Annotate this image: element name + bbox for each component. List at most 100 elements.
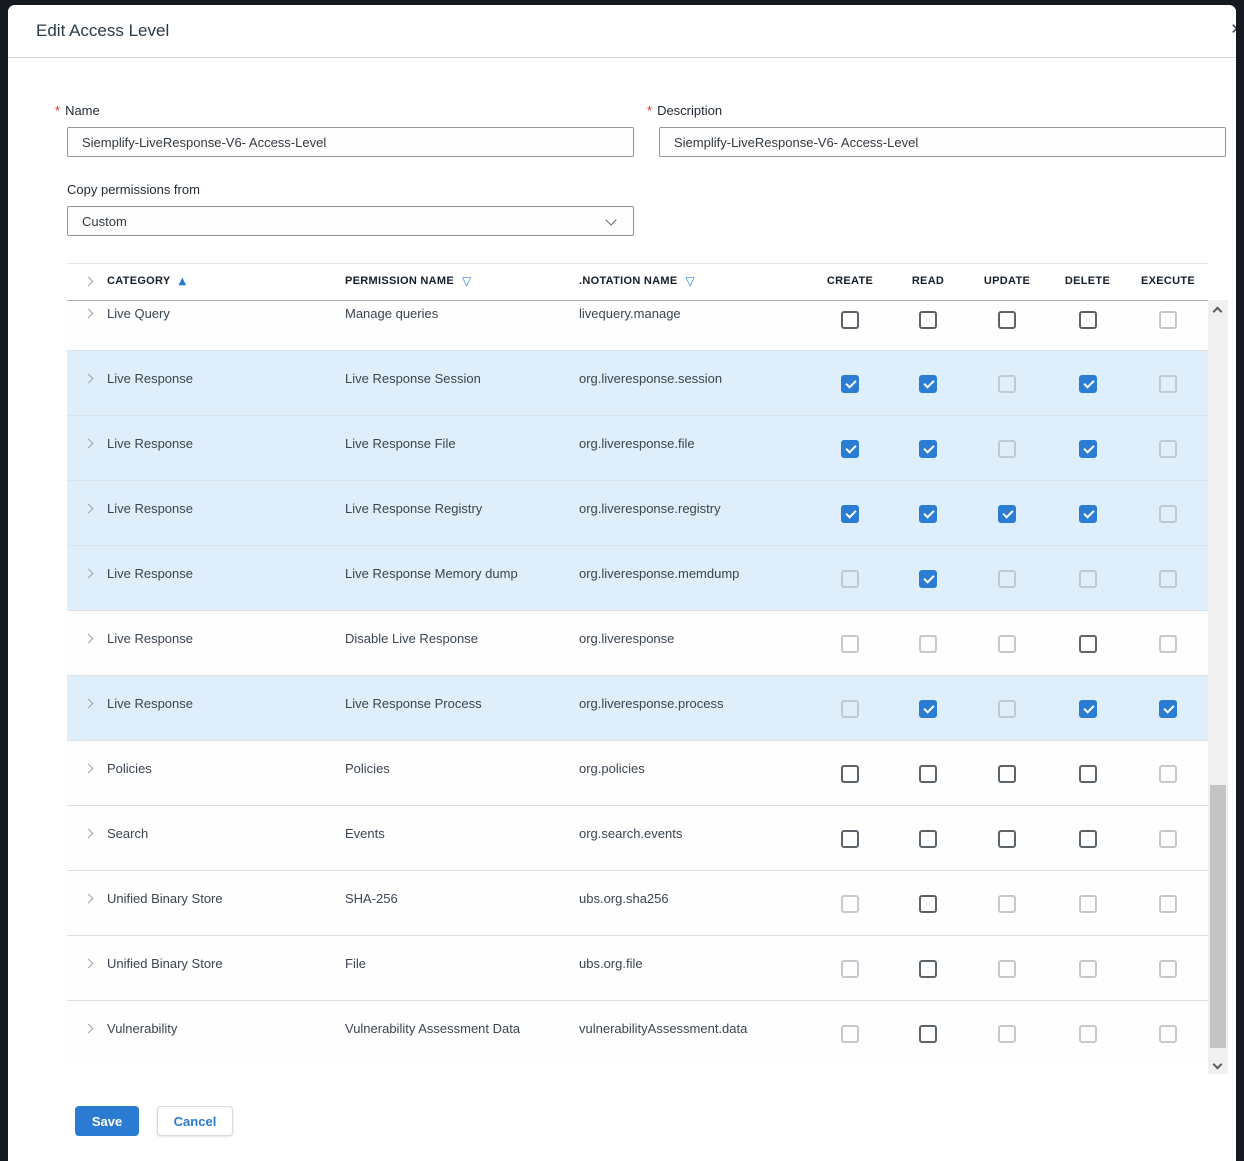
checkbox-delete[interactable] [1079, 440, 1097, 458]
table-row[interactable]: Live Response Live Response Process org.… [67, 676, 1208, 741]
checkbox-read[interactable] [919, 1025, 937, 1043]
checkbox-create[interactable] [841, 1025, 859, 1043]
expand-chevron-icon[interactable] [84, 634, 94, 644]
checkbox-delete[interactable] [1079, 570, 1097, 588]
scrollbar-down-icon[interactable] [1213, 1060, 1223, 1070]
table-row[interactable]: Live Response Live Response File org.liv… [67, 416, 1208, 481]
checkbox-create[interactable] [841, 505, 859, 523]
checkbox-delete[interactable] [1079, 830, 1097, 848]
checkbox-update[interactable] [998, 570, 1016, 588]
checkbox-read[interactable] [919, 375, 937, 393]
checkbox-update[interactable] [998, 440, 1016, 458]
expand-chevron-icon[interactable] [84, 569, 94, 579]
checkbox-update[interactable] [998, 765, 1016, 783]
checkbox-update[interactable] [998, 830, 1016, 848]
checkbox-delete[interactable] [1079, 700, 1097, 718]
expand-chevron-icon[interactable] [84, 1024, 94, 1034]
table-row[interactable]: Policies Policies org.policies [67, 741, 1208, 806]
checkbox-create[interactable] [841, 440, 859, 458]
table-row[interactable]: Live Response Live Response Session org.… [67, 351, 1208, 416]
sort-asc-icon[interactable]: ▲ [179, 275, 187, 288]
checkbox-update[interactable] [998, 505, 1016, 523]
checkbox-create[interactable] [841, 700, 859, 718]
scrollbar-up-icon[interactable] [1213, 307, 1223, 317]
expand-all-chevron-icon[interactable] [84, 277, 94, 287]
expand-chevron-icon[interactable] [84, 374, 94, 384]
cancel-button[interactable]: Cancel [157, 1106, 233, 1136]
checkbox-execute[interactable] [1159, 1025, 1177, 1043]
checkbox-execute[interactable] [1159, 375, 1177, 393]
checkbox-delete[interactable] [1079, 765, 1097, 783]
table-row[interactable]: Live Response Disable Live Response org.… [67, 611, 1208, 676]
checkbox-create[interactable] [841, 895, 859, 913]
save-button[interactable]: Save [75, 1106, 139, 1136]
checkbox-read[interactable] [919, 570, 937, 588]
checkbox-delete[interactable] [1079, 635, 1097, 653]
checkbox-execute[interactable] [1159, 700, 1177, 718]
copy-permissions-select[interactable]: Custom [67, 206, 634, 236]
table-row[interactable]: Live Response Live Response Memory dump … [67, 546, 1208, 611]
checkbox-create[interactable] [841, 570, 859, 588]
expand-chevron-icon[interactable] [84, 764, 94, 774]
expand-chevron-icon[interactable] [84, 309, 94, 319]
checkbox-delete[interactable] [1079, 895, 1097, 913]
checkbox-read[interactable] [919, 505, 937, 523]
expand-chevron-icon[interactable] [84, 439, 94, 449]
checkbox-update[interactable] [998, 895, 1016, 913]
checkbox-execute[interactable] [1159, 311, 1177, 329]
column-header-permission-name[interactable]: PERMISSION NAME [345, 275, 454, 287]
expand-chevron-icon[interactable] [84, 504, 94, 514]
checkbox-execute[interactable] [1159, 830, 1177, 848]
expand-chevron-icon[interactable] [84, 829, 94, 839]
checkbox-read[interactable] [919, 765, 937, 783]
checkbox-execute[interactable] [1159, 440, 1177, 458]
checkbox-update[interactable] [998, 1025, 1016, 1043]
checkbox-read[interactable] [919, 960, 937, 978]
checkbox-update[interactable] [998, 311, 1016, 329]
column-header-notation-name[interactable]: .NOTATION NAME [579, 275, 678, 287]
checkbox-delete[interactable] [1079, 505, 1097, 523]
checkbox-create[interactable] [841, 311, 859, 329]
checkbox-create[interactable] [841, 375, 859, 393]
table-row[interactable]: Unified Binary Store File ubs.org.file [67, 936, 1208, 1001]
checkbox-read[interactable] [919, 635, 937, 653]
checkbox-execute[interactable] [1159, 765, 1177, 783]
table-row[interactable]: Search Events org.search.events [67, 806, 1208, 871]
table-row[interactable]: Unified Binary Store SHA-256 ubs.org.sha… [67, 871, 1208, 936]
table-row[interactable]: Vulnerability Vulnerability Assessment D… [67, 1001, 1208, 1064]
table-row[interactable]: Live Query Manage queries livequery.mana… [67, 301, 1208, 351]
checkbox-read[interactable] [919, 700, 937, 718]
checkbox-execute[interactable] [1159, 960, 1177, 978]
checkbox-create[interactable] [841, 635, 859, 653]
checkbox-execute[interactable] [1159, 505, 1177, 523]
close-icon[interactable]: ✕ [1230, 20, 1236, 38]
checkbox-execute[interactable] [1159, 570, 1177, 588]
checkbox-execute[interactable] [1159, 895, 1177, 913]
checkbox-execute[interactable] [1159, 635, 1177, 653]
checkbox-create[interactable] [841, 830, 859, 848]
checkbox-read[interactable] [919, 311, 937, 329]
expand-chevron-icon[interactable] [84, 699, 94, 709]
checkbox-create[interactable] [841, 765, 859, 783]
checkbox-delete[interactable] [1079, 1025, 1097, 1043]
table-scrollbar[interactable] [1208, 300, 1228, 1074]
checkbox-update[interactable] [998, 700, 1016, 718]
description-input[interactable] [659, 127, 1226, 157]
sort-desc-icon[interactable]: ▽ [462, 275, 472, 288]
checkbox-read[interactable] [919, 830, 937, 848]
sort-desc-icon[interactable]: ▽ [686, 275, 696, 288]
expand-chevron-icon[interactable] [84, 959, 94, 969]
checkbox-delete[interactable] [1079, 311, 1097, 329]
checkbox-update[interactable] [998, 960, 1016, 978]
table-row[interactable]: Live Response Live Response Registry org… [67, 481, 1208, 546]
checkbox-update[interactable] [998, 635, 1016, 653]
expand-chevron-icon[interactable] [84, 894, 94, 904]
checkbox-read[interactable] [919, 895, 937, 913]
checkbox-delete[interactable] [1079, 375, 1097, 393]
column-header-category[interactable]: CATEGORY [107, 275, 171, 287]
checkbox-read[interactable] [919, 440, 937, 458]
checkbox-update[interactable] [998, 375, 1016, 393]
name-input[interactable] [67, 127, 634, 157]
checkbox-delete[interactable] [1079, 960, 1097, 978]
checkbox-create[interactable] [841, 960, 859, 978]
